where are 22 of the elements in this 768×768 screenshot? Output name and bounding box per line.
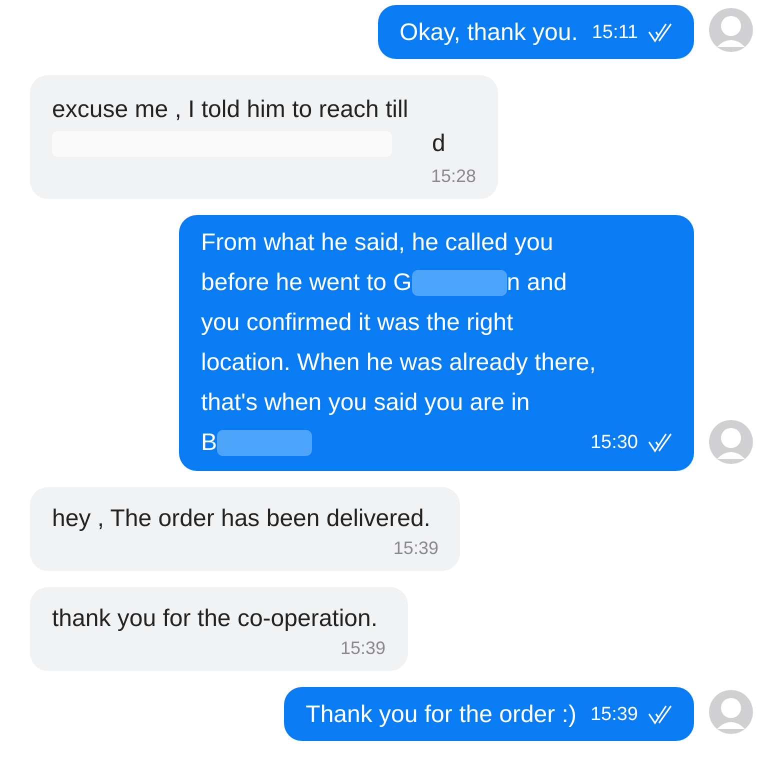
message-text: From what he said, he called you (201, 228, 554, 258)
avatar-icon (708, 419, 754, 465)
message-text: n and (506, 268, 567, 298)
message-time: 15:39 (393, 537, 438, 559)
message-text: that's when you said you are in (201, 388, 530, 418)
avatar-icon (708, 7, 754, 53)
message-time: 15:28 (430, 165, 476, 187)
message-text: Thank you for the order :) (306, 701, 576, 729)
message-text: excuse me , I told him to reach till (52, 95, 408, 125)
avatar-icon (708, 689, 754, 735)
message-text: location. When he was already there, (201, 348, 596, 378)
message-text: Okay, thank you. (400, 19, 578, 47)
message-time: 15:30 (590, 431, 638, 455)
message-time: 15:39 (590, 704, 638, 726)
message-text: you confirmed it was the right (201, 308, 514, 338)
message-text: thank you for the co-operation. (52, 605, 378, 633)
message-text: d (432, 129, 446, 159)
message-time: 15:39 (340, 637, 386, 659)
message-text: B (201, 428, 218, 458)
message-text: before he went to G (201, 268, 412, 298)
message-time: 15:11 (592, 22, 638, 44)
message-text: hey , The order has been delivered. (52, 505, 430, 533)
